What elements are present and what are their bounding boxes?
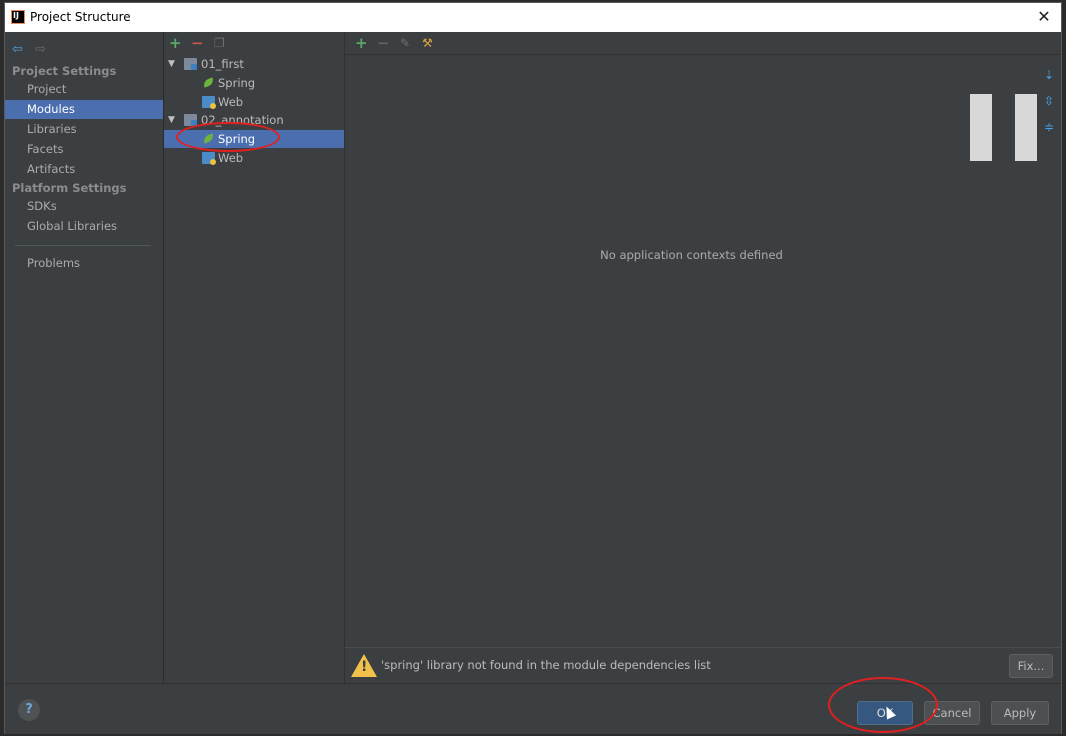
- expand-toggle-icon[interactable]: ▼: [168, 55, 175, 73]
- expand-toggle-icon[interactable]: ▼: [168, 111, 175, 129]
- module-folder-icon: [184, 58, 197, 70]
- cancel-button[interactable]: Cancel: [924, 701, 980, 725]
- side-toolbar: ⇣ ⇳ ≑: [1041, 62, 1057, 140]
- add-context-icon[interactable]: +: [355, 34, 368, 52]
- empty-state-message: No application contexts defined: [600, 248, 783, 262]
- remove-icon[interactable]: −: [191, 34, 204, 52]
- window-title: Project Structure: [30, 10, 131, 24]
- web-facet-icon: [202, 152, 216, 165]
- module-folder-icon: [184, 114, 197, 126]
- settings-sidebar: ⇦ ⇨ Project Settings Project Modules Lib…: [5, 32, 164, 683]
- warning-icon: [351, 654, 377, 677]
- sidebar-item-global-libraries[interactable]: Global Libraries: [5, 217, 163, 236]
- sidebar-item-modules[interactable]: Modules: [5, 100, 163, 119]
- fix-button[interactable]: Fix...: [1009, 654, 1053, 678]
- tree-toolbar: + − ❐: [164, 32, 344, 54]
- back-arrow-icon[interactable]: ⇦: [12, 42, 30, 57]
- web-facet-icon: [202, 96, 216, 109]
- spring-facet-panel: + − ✎ ⚒ No application contexts defined …: [345, 32, 1061, 684]
- project-structure-dialog: Project Structure ✕ ⇦ ⇨ Project Settings…: [4, 2, 1062, 734]
- sidebar-divider: [15, 245, 151, 246]
- add-icon[interactable]: +: [169, 34, 182, 52]
- remove-context-icon[interactable]: −: [377, 34, 390, 52]
- spring-leaf-icon: [202, 133, 215, 145]
- tree-node-web-facet[interactable]: Web: [164, 149, 344, 167]
- platform-settings-heading: Platform Settings: [12, 181, 127, 195]
- tree-node-module[interactable]: ▼ 02_annotation: [164, 111, 344, 129]
- tree-node-label: 01_first: [201, 57, 244, 71]
- content-toolbar: + − ✎ ⚒: [345, 32, 1061, 55]
- settings-tools-icon[interactable]: ⚒: [422, 36, 433, 50]
- apply-button[interactable]: Apply: [991, 701, 1049, 725]
- warning-message: 'spring' library not found in the module…: [381, 658, 711, 672]
- tree-node-label: Web: [218, 151, 244, 165]
- warning-bar: 'spring' library not found in the module…: [345, 647, 1061, 684]
- spring-leaf-icon: [202, 77, 215, 89]
- expand-all-icon[interactable]: ⇳: [1041, 88, 1057, 114]
- help-button[interactable]: ?: [18, 699, 40, 721]
- collapse-all-icon[interactable]: ≑: [1041, 114, 1057, 140]
- sidebar-item-facets[interactable]: Facets: [5, 140, 163, 159]
- sidebar-item-problems[interactable]: Problems: [5, 254, 163, 273]
- placeholder-bar: [1015, 94, 1037, 161]
- project-settings-heading: Project Settings: [12, 64, 117, 78]
- sidebar-item-artifacts[interactable]: Artifacts: [5, 160, 163, 179]
- placeholder-bar: [970, 94, 992, 161]
- sidebar-item-libraries[interactable]: Libraries: [5, 120, 163, 139]
- module-tree-panel: + − ❐ ▼ 01_first Spring Web ▼ 02_annotat…: [164, 32, 345, 683]
- tree-node-spring-facet-selected[interactable]: Spring: [164, 130, 344, 148]
- tree-node-label: Web: [218, 95, 244, 109]
- dialog-footer: ? OK Cancel Apply: [5, 683, 1061, 734]
- sort-alphabetically-icon[interactable]: ⇣: [1041, 62, 1057, 88]
- close-icon[interactable]: ✕: [1033, 6, 1055, 28]
- tree-node-web-facet[interactable]: Web: [164, 93, 344, 111]
- edit-icon[interactable]: ✎: [400, 36, 410, 50]
- copy-icon[interactable]: ❐: [214, 36, 225, 50]
- tree-node-label: Spring: [218, 76, 256, 90]
- navigation-arrows: ⇦ ⇨: [12, 38, 53, 57]
- sidebar-item-project[interactable]: Project: [5, 80, 163, 99]
- tree-node-module[interactable]: ▼ 01_first: [164, 55, 344, 73]
- tree-node-label: Spring: [218, 132, 256, 146]
- tree-node-spring-facet[interactable]: Spring: [164, 74, 344, 92]
- tree-node-label: 02_annotation: [201, 113, 284, 127]
- forward-arrow-icon[interactable]: ⇨: [35, 42, 53, 57]
- application-context-tree: No application contexts defined ⇣ ⇳ ≑: [349, 55, 1061, 647]
- title-bar: Project Structure ✕: [5, 3, 1061, 32]
- sidebar-item-sdks[interactable]: SDKs: [5, 197, 163, 216]
- intellij-app-icon: [11, 10, 25, 24]
